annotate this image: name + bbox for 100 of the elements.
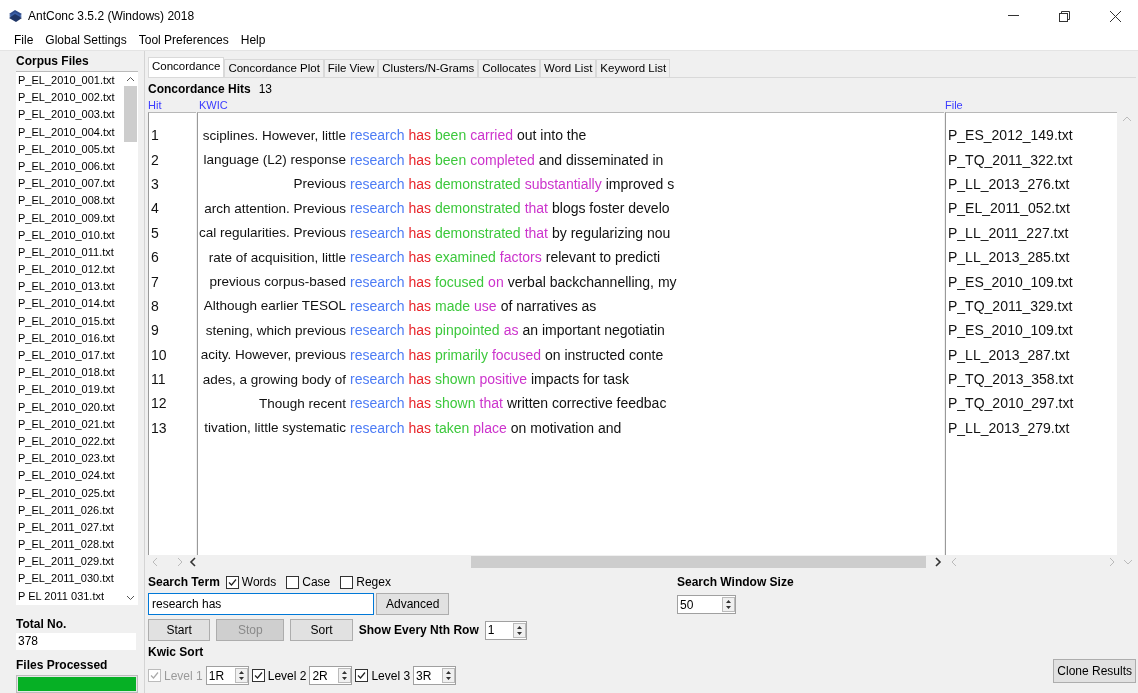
checkbox[interactable]: [251, 669, 265, 682]
corpus-file-item[interactable]: P_EL_2010_022.txt: [18, 432, 122, 451]
corpus-file-item[interactable]: P EL 2011 031.txt: [18, 587, 122, 605]
right-context: blogs foster develo: [552, 200, 670, 217]
corpus-file-item[interactable]: P_EL_2010_010.txt: [18, 226, 122, 244]
file-name: P_TQ_2011_322.txt: [947, 151, 1073, 168]
corpus-file-item[interactable]: P_EL_2010_016.txt: [18, 329, 122, 347]
corpus-file-item[interactable]: P_EL_2010_019.txt: [18, 381, 122, 399]
keyword: positive: [479, 371, 527, 388]
hit-number: 3: [150, 175, 159, 192]
corpus-file-item[interactable]: P_EL_2010_014.txt: [18, 295, 122, 313]
spin-arrows-icon[interactable]: [338, 668, 352, 683]
search-field[interactable]: research has: [148, 593, 374, 615]
corpus-file-item[interactable]: P_EL_2010_024.txt: [18, 467, 122, 485]
corpus-file-item[interactable]: P_EL_2010_009.txt: [18, 209, 122, 227]
corpus-file-item[interactable]: P_EL_2011_029.txt: [18, 553, 122, 571]
corpus-file-item[interactable]: P_EL_2010_025.txt: [18, 484, 122, 502]
menu-item[interactable]: Tool Preferences: [132, 32, 235, 50]
hit-number: 7: [150, 273, 159, 290]
checkbox[interactable]: [225, 575, 239, 589]
file-name: P_ES_2012_149.txt: [947, 127, 1073, 144]
tab[interactable]: Collocates: [478, 59, 540, 77]
keyword: focused: [435, 273, 485, 290]
tab[interactable]: Clusters/N-Grams: [378, 59, 479, 77]
column-header[interactable]: File: [945, 98, 1117, 112]
corpus-file-item[interactable]: P_EL_2010_004.txt: [18, 123, 122, 141]
keyword: research: [350, 322, 405, 339]
corpus-file-item[interactable]: P_EL_2011_026.txt: [18, 501, 122, 519]
hit-number: 8: [150, 297, 159, 314]
tab[interactable]: Keyword List: [596, 59, 671, 77]
checkbox[interactable]: [355, 669, 369, 682]
corpus-file-item[interactable]: P_EL_2010_005.txt: [18, 140, 122, 158]
menu-item[interactable]: File: [8, 32, 40, 50]
corpus-file-item[interactable]: P_EL_2010_023.txt: [18, 450, 122, 468]
menu-item[interactable]: Global Settings: [39, 32, 133, 50]
corpus-file-item[interactable]: P_EL_2010_018.txt: [18, 364, 122, 382]
advanced-button[interactable]: Advanced: [376, 593, 450, 615]
corpus-file-item[interactable]: P_EL_2011_028.txt: [18, 536, 122, 554]
corpus-file-item[interactable]: P_EL_2011_027.txt: [18, 518, 122, 537]
corpus-file-item[interactable]: P_EL_2010_015.txt: [18, 312, 122, 330]
corpus-file-item[interactable]: P_EL_2010_013.txt: [18, 278, 122, 296]
clone-results-button[interactable]: Clone Results: [1053, 659, 1136, 683]
right-context: written corrective feedbac: [506, 395, 667, 412]
left-context: tivation, little systematic: [203, 420, 346, 436]
corpus-file-item[interactable]: P_EL_2010_002.txt: [18, 89, 122, 107]
action-button[interactable]: Sort: [290, 619, 353, 641]
level-spinner[interactable]: 3R: [413, 666, 457, 685]
scrollbar-thumb[interactable]: [123, 86, 137, 142]
scrollbar-thumb[interactable]: [471, 556, 926, 568]
keyword: been: [435, 127, 467, 144]
hits-label: Concordance Hits: [148, 82, 251, 96]
corpus-file-item[interactable]: P_EL_2010_011.txt: [18, 243, 122, 262]
spin-arrows-icon[interactable]: [442, 668, 456, 683]
corpus-file-item[interactable]: P_EL_2010_021.txt: [18, 415, 122, 433]
corpus-file-item[interactable]: P_EL_2010_003.txt: [18, 106, 122, 124]
corpus-file-item[interactable]: P_EL_2010_007.txt: [18, 175, 122, 193]
keyword: has: [408, 127, 432, 144]
tab[interactable]: Word List: [540, 59, 597, 77]
tab[interactable]: File View: [323, 59, 379, 77]
corpus-file-item[interactable]: P_EL_2010_012.txt: [18, 261, 122, 279]
tab[interactable]: Concordance Plot: [224, 59, 324, 77]
spin-arrows-icon[interactable]: [513, 622, 526, 638]
checkbox[interactable]: [286, 575, 300, 589]
tab[interactable]: Concordance: [148, 57, 225, 77]
corpus-file-item[interactable]: P_EL_2010_006.txt: [18, 157, 122, 176]
corpus-file-item[interactable]: P_EL_2010_020.txt: [18, 398, 122, 416]
checkbox[interactable]: [340, 575, 354, 589]
keyword: has: [408, 371, 432, 388]
spin-arrows-icon[interactable]: [722, 597, 735, 612]
window-title: AntConc 3.5.2 (Windows) 2018: [28, 9, 196, 23]
keyword: research: [350, 175, 405, 192]
column-header[interactable]: KWIC: [197, 98, 944, 112]
right-context: out into the: [517, 127, 587, 144]
keyword: research: [350, 224, 405, 241]
keyword: factors: [499, 249, 542, 266]
corpus-file-item[interactable]: P_EL_2010_008.txt: [18, 192, 122, 210]
column-header[interactable]: Hit: [148, 98, 196, 112]
level-spinner[interactable]: 2R: [309, 666, 353, 685]
keyword: that: [479, 395, 503, 412]
corpus-files-label: Corpus Files: [16, 54, 90, 68]
keyword: research: [350, 151, 405, 168]
hit-number: 4: [150, 200, 159, 217]
option-label: Words: [241, 575, 277, 589]
spin-arrows-icon[interactable]: [234, 668, 248, 683]
action-button[interactable]: Start: [148, 619, 211, 641]
left-context: stening, which previous: [204, 322, 346, 338]
keyword: research: [350, 273, 405, 290]
corpus-file-item[interactable]: P_EL_2010_001.txt: [18, 72, 122, 90]
left-context: ades, a growing body of: [201, 371, 346, 387]
hit-number: 5: [150, 224, 159, 241]
left-context: language (L2) response: [202, 152, 346, 168]
menu-item[interactable]: Help: [234, 32, 272, 50]
nth-row-label: Show Every Nth Row: [358, 623, 479, 637]
keyword: has: [408, 224, 432, 241]
corpus-file-item[interactable]: P_EL_2011_030.txt: [18, 570, 122, 588]
window-size-spinner[interactable]: 50: [677, 595, 736, 614]
corpus-file-item[interactable]: P_EL_2010_017.txt: [18, 347, 122, 365]
nth-row-spinner[interactable]: 1: [484, 620, 527, 640]
file-name: P_TQ_2010_297.txt: [947, 395, 1074, 412]
keyword: has: [408, 151, 432, 168]
